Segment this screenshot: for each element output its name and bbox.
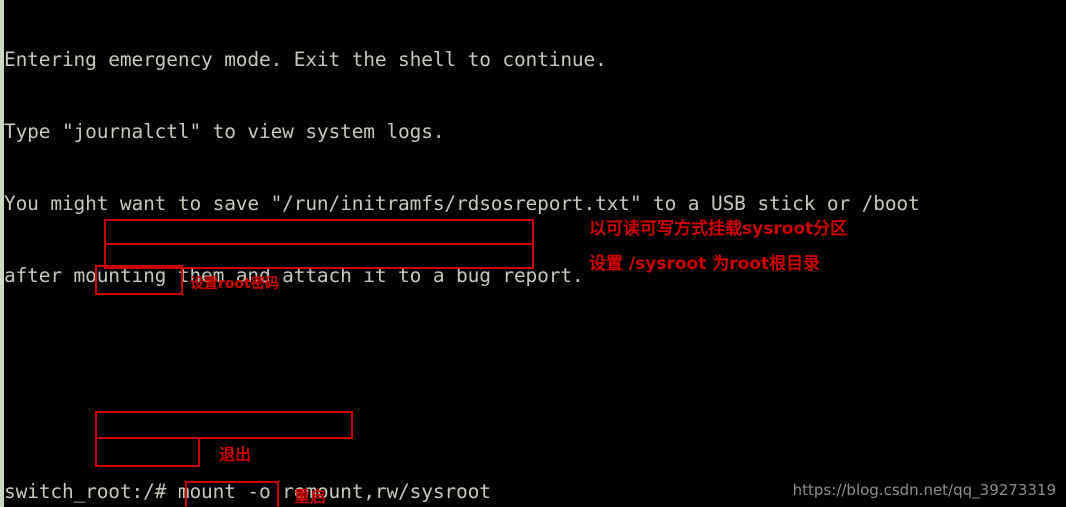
console-line: You might want to save "/run/initramfs/r… [4, 192, 920, 215]
annotation-chroot-sysroot: 设置 /sysroot 为root根目录 [589, 254, 821, 274]
console-line: after mounting them and attach it to a b… [4, 264, 584, 287]
annotation-exit: 退出 [219, 445, 252, 464]
console-line: Type "journalctl" to view system logs. [4, 120, 445, 143]
watermark-url: https://blog.csdn.net/qq_39273319 [792, 481, 1056, 499]
console-line: Entering emergency mode. Exit the shell … [4, 48, 607, 71]
annotation-passwd: 设置root密码 [190, 276, 279, 292]
annotation-reboot: 重启 [294, 487, 327, 506]
annotation-mount-remount-rw: 以可读可写方式挂载sysroot分区 [589, 219, 848, 239]
terminal-screen: Entering emergency mode. Exit the shell … [0, 0, 1066, 507]
console-output: Entering emergency mode. Exit the shell … [4, 0, 1066, 507]
